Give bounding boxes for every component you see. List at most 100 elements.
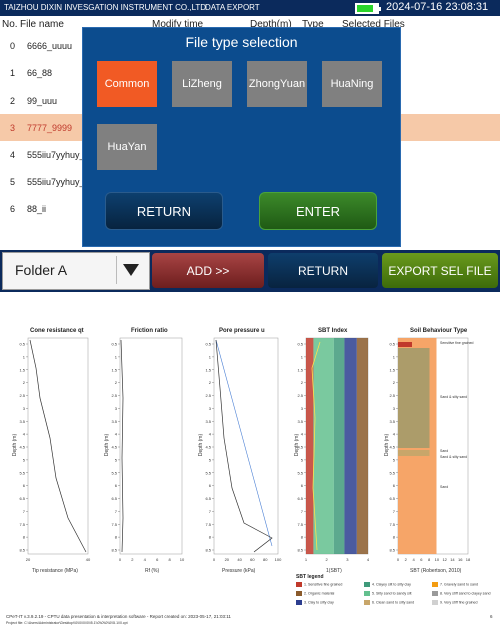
- row-number: 6: [10, 204, 16, 214]
- y-tick-label: 4.5: [111, 445, 117, 450]
- dialog-enter-button[interactable]: ENTER: [259, 192, 377, 230]
- x-tick-label: 20: [225, 557, 230, 562]
- legend-item: 2. Organic material: [296, 591, 334, 596]
- type-common-button[interactable]: Common: [97, 61, 157, 107]
- chevron-down-icon: [123, 264, 139, 276]
- y-tick-label: 3: [115, 406, 118, 411]
- y-tick-label: 1.5: [297, 367, 303, 372]
- x-tick-label: 6: [156, 557, 159, 562]
- sbt-label: Sand: [440, 485, 448, 489]
- plot-frame: [27, 337, 89, 555]
- sbt-band: [356, 338, 368, 554]
- y-tick-label: 8: [301, 535, 304, 540]
- sbt-label: Sand & silty sand: [440, 455, 467, 459]
- type-huaning-button[interactable]: HuaNing: [322, 61, 382, 107]
- x-tick-label: 3: [346, 557, 349, 562]
- y-tick-label: 6.5: [297, 496, 303, 501]
- y-tick-label: 2: [209, 380, 212, 385]
- y-tick-label: 1.5: [111, 367, 117, 372]
- legend-item: 7. Gravely sand to sand: [432, 582, 478, 587]
- legend-item: 4. Clayey silt to silty clay: [364, 582, 411, 587]
- export-selected-button[interactable]: EXPORT SEL FILE: [382, 253, 498, 288]
- y-tick-label: 6.5: [111, 496, 117, 501]
- y-tick-label: 2: [115, 380, 118, 385]
- y-tick-label: 6.5: [205, 496, 211, 501]
- y-tick-label: 2.5: [19, 393, 25, 398]
- cpt-report: Cone resistance qt Friction ratio Pore p…: [0, 292, 500, 635]
- folder-dropdown-toggle[interactable]: [116, 256, 145, 284]
- y-tick-label: 6: [23, 483, 26, 488]
- y-tick-label: 5.5: [111, 470, 117, 475]
- y-tick-label: 4: [209, 432, 212, 437]
- y-tick-label: 8.5: [111, 548, 117, 553]
- row-number: 1: [10, 68, 16, 78]
- footer-text: CPeT-IT v.3.9.2.19 - CPTU data presentat…: [6, 614, 231, 619]
- x-tick-label: 2: [131, 557, 134, 562]
- rf-line: [120, 339, 124, 553]
- sbt-profile-layer: [398, 450, 430, 456]
- legend-label: 8. Very stiff sand to clayey sand: [440, 591, 491, 596]
- plot-frame: [213, 337, 279, 555]
- y-tick-label: 3: [301, 406, 304, 411]
- y-tick-label: 6: [115, 483, 118, 488]
- row-file-name: 555iiu7yyhuy_: [27, 150, 85, 160]
- y-tick-label: 6.5: [19, 496, 25, 501]
- x-tick-label: 40: [86, 557, 91, 562]
- y-tick-label: 5.5: [19, 470, 25, 475]
- y-tick-label: 5: [209, 457, 212, 462]
- y-tick-label: 2.5: [205, 393, 211, 398]
- y-tick-label: 6: [301, 483, 304, 488]
- y-tick-label: 7.5: [19, 522, 25, 527]
- y-tick-label: 3.5: [297, 419, 303, 424]
- y-tick-label: 4: [23, 432, 26, 437]
- x-tick-label: 16: [458, 557, 463, 562]
- screen-title: DATA EXPORT: [205, 3, 260, 12]
- y-tick-label: 7.5: [297, 522, 303, 527]
- y-tick-label: 5.5: [297, 470, 303, 475]
- x-tick-label: 2: [405, 557, 408, 562]
- y-tick-label: 3.5: [389, 419, 395, 424]
- y-tick-label: 7.5: [111, 522, 117, 527]
- dialog-return-button[interactable]: RETURN: [105, 192, 223, 230]
- row-number: 4: [10, 150, 16, 160]
- header-no: No.: [2, 19, 18, 30]
- header-file-name: File name: [20, 19, 64, 30]
- legend-label: 3. Clay to silty clay: [304, 600, 334, 605]
- folder-select[interactable]: Folder A: [2, 252, 150, 290]
- legend-label: 7. Gravely sand to sand: [440, 582, 478, 587]
- add-button[interactable]: ADD >>: [152, 253, 264, 288]
- x-tick-label: 18: [466, 557, 471, 562]
- row-file-name: 99_uuu: [27, 96, 58, 106]
- return-button[interactable]: RETURN: [268, 253, 378, 288]
- y-tick-label: 8: [115, 535, 118, 540]
- y-tick-label: 3: [393, 406, 396, 411]
- sbt-profile-silty: [398, 348, 430, 448]
- type-huayan-button[interactable]: HuaYan: [97, 124, 157, 170]
- plot-frame: [119, 337, 183, 555]
- legend-swatch: [432, 591, 438, 596]
- type-lizheng-button[interactable]: LiZheng: [172, 61, 232, 107]
- y-tick-label: 8.5: [205, 548, 211, 553]
- legend-label: 4. Clayey silt to silty clay: [372, 582, 411, 587]
- y-tick-label: 4.5: [297, 445, 303, 450]
- legend-label: 5. Silty sand to sandy silt: [372, 591, 412, 596]
- legend-swatch: [432, 582, 438, 587]
- row-number: 3: [10, 123, 16, 133]
- y-tick-label: 4.5: [19, 445, 25, 450]
- x-tick-label: 4: [412, 557, 415, 562]
- file-type-dialog: File type selection Common LiZheng Zhong…: [82, 27, 401, 247]
- y-tick-label: 5: [23, 457, 26, 462]
- y-tick-label: 1: [301, 354, 304, 359]
- row-file-name: 66_88: [27, 68, 53, 78]
- y-tick-label: 5.5: [205, 470, 211, 475]
- y-tick-label: 4.5: [389, 445, 395, 450]
- type-zhongyuan-button[interactable]: ZhongYuan: [247, 61, 307, 107]
- row-file-name: 7777_9999: [27, 123, 73, 133]
- y-tick-label: 1: [23, 354, 26, 359]
- sbt-legend: 1. Sensitive fine grained 2. Organic mate…: [296, 582, 496, 622]
- y-tick-label: 7: [301, 509, 304, 514]
- x-tick-label: 100: [275, 557, 282, 562]
- row-file-name: 88_ii: [27, 204, 47, 214]
- legend-label: 1. Sensitive fine grained: [304, 582, 343, 587]
- y-tick-label: 8.5: [19, 548, 25, 553]
